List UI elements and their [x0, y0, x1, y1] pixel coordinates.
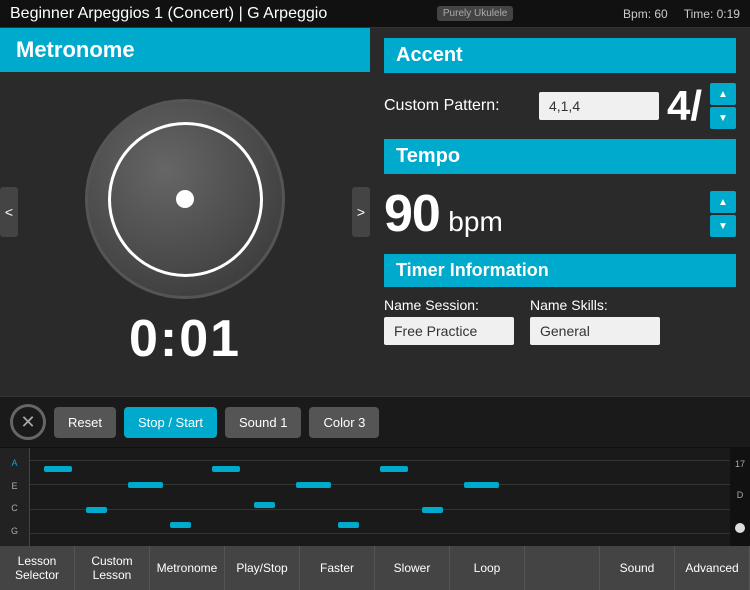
- fraction-down-btn[interactable]: ▼: [710, 107, 736, 129]
- roll-note: [212, 466, 240, 472]
- fraction-display: 4/: [667, 85, 702, 127]
- accent-section: Accent Custom Pattern: 4/ ▲ ▼: [370, 28, 750, 139]
- toolbar-row: ✕ Reset Stop / Start Sound 1 Color 3: [0, 396, 750, 448]
- piano-keys: A E C G: [0, 448, 30, 546]
- roll-note: [254, 502, 275, 508]
- bottom-btn-slower[interactable]: Slower: [375, 546, 450, 590]
- bottom-btn-faster[interactable]: Faster: [300, 546, 375, 590]
- app-logo: Purely Ukulele: [437, 6, 513, 21]
- roll-note: [86, 507, 107, 513]
- scroll-dot: [735, 523, 745, 533]
- metronome-time-display: 0:01: [129, 309, 241, 369]
- timer-section: Timer Information Name Session: Name Ski…: [370, 254, 750, 355]
- piano-key-C: C: [0, 501, 29, 515]
- tempo-section: Tempo 90 bpm ▲ ▼: [370, 139, 750, 254]
- roll-note: [464, 482, 499, 488]
- custom-pattern-label: Custom Pattern:: [384, 97, 500, 115]
- reset-button[interactable]: Reset: [54, 407, 116, 438]
- name-session-field: Name Session:: [384, 297, 514, 345]
- piano-roll: A E C G 17 D: [0, 448, 750, 546]
- metronome-title: Metronome: [0, 28, 370, 72]
- app-title: Beginner Arpeggios 1 (Concert) | G Arpeg…: [10, 5, 327, 23]
- stop-start-button[interactable]: Stop / Start: [124, 407, 217, 438]
- roll-notes: [30, 448, 730, 546]
- nav-arrow-left[interactable]: <: [0, 187, 18, 237]
- roll-note: [380, 466, 408, 472]
- roll-note: [422, 507, 443, 513]
- accent-title: Accent: [384, 38, 736, 73]
- roll-note: [170, 522, 191, 528]
- tempo-value: 90: [384, 185, 440, 243]
- side-label-D: D: [737, 490, 744, 500]
- nav-arrow-right[interactable]: >: [352, 187, 370, 237]
- bottom-btn-empty[interactable]: [525, 546, 600, 590]
- bottom-btn-play-stop[interactable]: Play/Stop: [225, 546, 300, 590]
- metronome-inner-circle: [108, 122, 263, 277]
- tempo-up-btn[interactable]: ▲: [710, 191, 736, 213]
- bottom-btn-custom-lesson[interactable]: Custom Lesson: [75, 546, 150, 590]
- bottom-btn-sound[interactable]: Sound: [600, 546, 675, 590]
- main-area: Metronome 0:01 < > Accent Custom Pattern…: [0, 28, 750, 396]
- metronome-visual: 0:01: [85, 72, 285, 396]
- custom-pattern-input[interactable]: [539, 92, 659, 120]
- sound1-button[interactable]: Sound 1: [225, 407, 301, 438]
- timer-info-title: Timer Information: [384, 254, 736, 287]
- name-session-label: Name Session:: [384, 297, 514, 313]
- top-bar: Beginner Arpeggios 1 (Concert) | G Arpeg…: [0, 0, 750, 28]
- tempo-unit: bpm: [448, 206, 502, 237]
- piano-key-A: A: [0, 456, 29, 470]
- roll-note: [44, 466, 72, 472]
- bottom-btn-metronome[interactable]: Metronome: [150, 546, 225, 590]
- color3-button[interactable]: Color 3: [309, 407, 379, 438]
- name-skills-field: Name Skills:: [530, 297, 660, 345]
- piano-key-E: E: [0, 479, 29, 493]
- tempo-arrows: ▲ ▼: [710, 191, 736, 237]
- bottom-btn-loop[interactable]: Loop: [450, 546, 525, 590]
- name-skills-input[interactable]: [530, 317, 660, 345]
- fraction-arrows: ▲ ▼: [710, 83, 736, 129]
- side-label-17: 17: [735, 459, 745, 469]
- bpm-display: Bpm: 60: [623, 7, 668, 21]
- right-panel: Accent Custom Pattern: 4/ ▲ ▼ Tempo 90: [370, 28, 750, 396]
- name-skills-label: Name Skills:: [530, 297, 660, 313]
- bottom-btn-lesson-selector[interactable]: Lesson Selector: [0, 546, 75, 590]
- roll-note: [128, 482, 163, 488]
- bottom-nav: Lesson Selector Custom Lesson Metronome …: [0, 546, 750, 590]
- metronome-dot: [176, 190, 194, 208]
- timer-fields: Name Session: Name Skills:: [384, 297, 736, 345]
- close-button[interactable]: ✕: [10, 404, 46, 440]
- metronome-panel: Metronome 0:01 < >: [0, 28, 370, 396]
- roll-content: [30, 448, 730, 546]
- roll-note: [296, 482, 331, 488]
- time-display: Time: 0:19: [684, 7, 740, 21]
- bottom-btn-advanced[interactable]: Advanced: [675, 546, 750, 590]
- roll-note: [338, 522, 359, 528]
- tempo-down-btn[interactable]: ▼: [710, 215, 736, 237]
- side-labels: 17 D: [730, 448, 750, 546]
- name-session-input[interactable]: [384, 317, 514, 345]
- tempo-title: Tempo: [384, 139, 736, 174]
- metronome-outer-circle: [85, 99, 285, 299]
- piano-key-G: G: [0, 524, 29, 538]
- fraction-up-btn[interactable]: ▲: [710, 83, 736, 105]
